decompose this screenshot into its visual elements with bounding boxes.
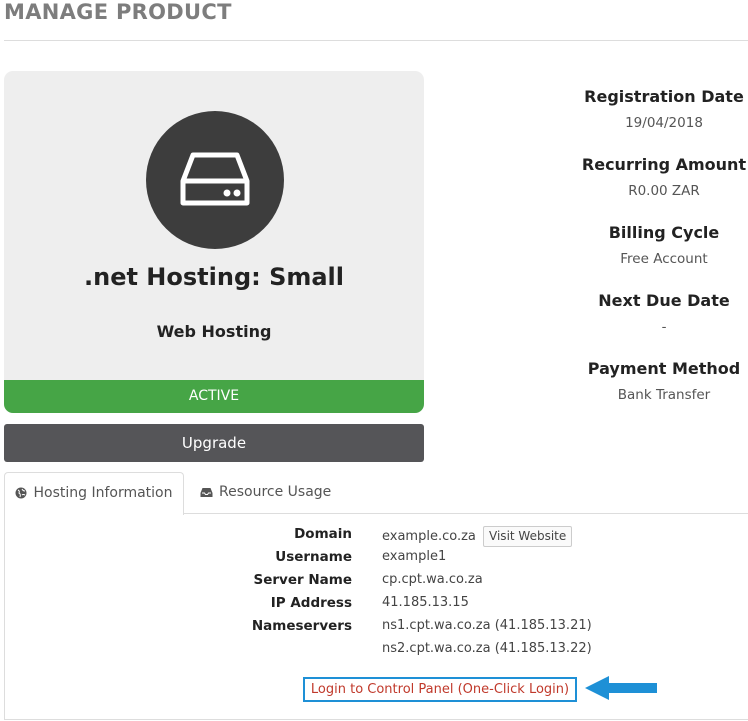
detail-label: Payment Method [587,359,741,378]
detail-label: Billing Cycle [608,223,720,242]
status-badge: ACTIVE [4,380,424,413]
next-due-date: Next Due Date - [575,291,748,335]
nameservers-row-2: ns2.cpt.wa.co.za (41.185.13.22) [0,641,748,664]
server-name-label: Server Name [253,572,352,588]
billing-cycle: Billing Cycle Free Account [575,223,748,267]
visit-website-button[interactable]: Visit Website [483,526,573,547]
ip-address-label: IP Address [270,595,352,611]
detail-value: Bank Transfer [617,387,711,403]
recurring-amount: Recurring Amount R0.00 ZAR [575,155,748,199]
domain-label: Domain [294,526,352,542]
domain-value: example.co.za Visit Website [382,526,573,547]
detail-label: Next Due Date [598,291,730,310]
registration-date: Registration Date 19/04/2018 [575,87,748,131]
tab-label: Resource Usage [219,484,332,500]
payment-method: Payment Method Bank Transfer [575,359,748,403]
domain-row: Domain example.co.za Visit Website [0,526,748,549]
product-tabs: Hosting Information Resource Usage [4,472,748,515]
inbox-icon [200,488,213,497]
arrow-left-icon [585,676,657,700]
detail-value: - [661,319,667,335]
page-title: MANAGE PRODUCT [4,0,232,24]
tab-hosting-information[interactable]: Hosting Information [4,472,184,515]
domain-text: example.co.za [382,529,476,544]
nameserver-2-value: ns2.cpt.wa.co.za (41.185.13.22) [382,641,592,656]
detail-value: Free Account [620,251,708,267]
detail-label: Recurring Amount [581,155,747,174]
title-divider [4,40,748,41]
tab-resource-usage[interactable]: Resource Usage [200,472,331,513]
username-value: example1 [382,549,447,564]
detail-value: 19/04/2018 [625,115,703,131]
username-label: Username [275,549,352,565]
product-card: .net Hosting: Small Web Hosting ACTIVE [4,71,424,413]
ip-address-row: IP Address 41.185.13.15 [0,595,748,618]
nameservers-label: Nameservers [251,618,352,634]
detail-value: R0.00 ZAR [628,183,700,199]
server-icon [180,152,250,206]
server-name-value: cp.cpt.wa.co.za [382,572,483,587]
username-row: Username example1 [0,549,748,572]
nameserver-1-value: ns1.cpt.wa.co.za (41.185.13.21) [382,618,592,633]
product-name: .net Hosting: Small [83,263,345,291]
upgrade-button[interactable]: Upgrade [4,424,424,462]
globe-icon [15,487,27,499]
server-name-row: Server Name cp.cpt.wa.co.za [0,572,748,595]
nameservers-row: Nameservers ns1.cpt.wa.co.za (41.185.13.… [0,618,748,641]
tab-label: Hosting Information [33,485,173,501]
product-group: Web Hosting [156,322,272,341]
ip-address-value: 41.185.13.15 [382,595,469,610]
detail-label: Registration Date [584,87,744,106]
server-icon-circle [146,111,284,249]
login-control-panel-link[interactable]: Login to Control Panel (One-Click Login) [303,677,577,702]
